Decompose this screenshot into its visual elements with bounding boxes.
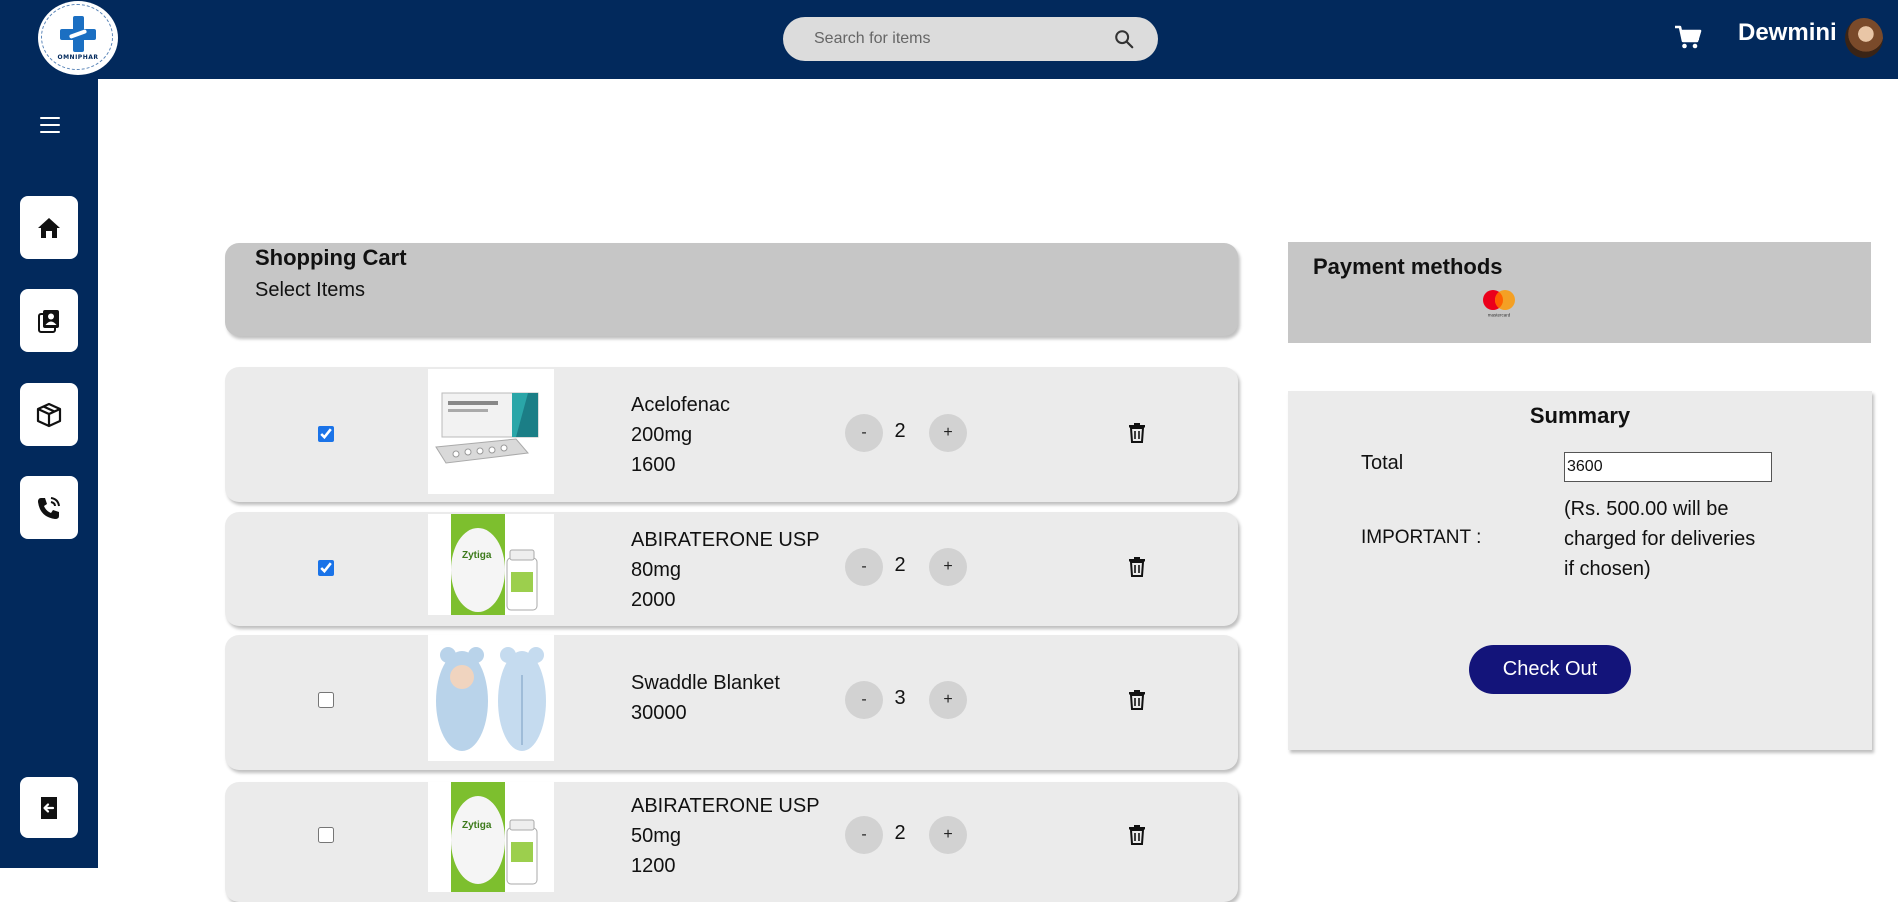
cart-item: Zytiga ABIRATERONE USP 50mg 1200 - 2 +: [225, 782, 1238, 902]
home-icon: [38, 217, 60, 238]
trash-icon[interactable]: [1128, 690, 1146, 710]
item-price: 1600: [631, 454, 676, 476]
logo-text: OMNIPHAR: [57, 53, 99, 61]
omniphar-logo[interactable]: OMNIPHAR: [38, 1, 118, 75]
trash-icon[interactable]: [1128, 825, 1146, 845]
product-image: [428, 369, 554, 494]
item-name: Acelofenac: [631, 394, 730, 416]
username[interactable]: Dewmini: [1738, 19, 1837, 47]
item-select-checkbox[interactable]: [318, 827, 334, 843]
sidebar-item-home[interactable]: [20, 196, 78, 259]
top-bar: OMNIPHAR Dewmini: [0, 0, 1898, 79]
avatar[interactable]: [1845, 18, 1883, 58]
product-image: Zytiga: [428, 782, 554, 892]
cart-item: Swaddle Blanket 30000 - 3 +: [225, 635, 1238, 770]
item-price: 1200: [631, 855, 676, 877]
item-name: ABIRATERONE USP: [631, 795, 820, 817]
item-price: 2000: [631, 589, 676, 611]
mastercard-icon[interactable]: mastercard: [1478, 288, 1520, 318]
mastercard-label: mastercard: [1488, 313, 1511, 318]
decrease-qty-button[interactable]: -: [845, 414, 883, 452]
cart-title: Shopping Cart: [255, 245, 407, 270]
cart-icon[interactable]: [1673, 22, 1703, 52]
shopping-cart-header: Shopping Cart Select Items: [225, 243, 1238, 336]
item-quantity: 2: [894, 822, 906, 844]
sidebar-item-logout[interactable]: [20, 777, 78, 838]
increase-qty-button[interactable]: +: [929, 548, 967, 586]
item-select-checkbox[interactable]: [318, 692, 334, 708]
item-dose: 50mg: [631, 825, 682, 847]
trash-icon[interactable]: [1128, 557, 1146, 577]
important-label: IMPORTANT :: [1361, 527, 1482, 548]
item-dose: 80mg: [631, 559, 682, 581]
logout-icon: [41, 796, 57, 819]
decrease-qty-button[interactable]: -: [845, 816, 883, 854]
cart-subtitle: Select Items: [255, 279, 366, 301]
sidebar-item-contacts[interactable]: [20, 289, 78, 352]
item-select-checkbox[interactable]: [318, 560, 334, 576]
hamburger-menu-icon[interactable]: [40, 117, 60, 135]
item-price: 30000: [631, 702, 687, 724]
item-select-checkbox[interactable]: [318, 426, 334, 442]
cart-item: Acelofenac 200mg 1600 - 2 +: [225, 367, 1238, 502]
sidebar-item-orders[interactable]: [20, 383, 78, 446]
item-quantity: 3: [894, 687, 906, 709]
product-image: Zytiga: [428, 514, 554, 615]
item-quantity: 2: [894, 554, 906, 576]
payment-methods-title: Payment methods: [1313, 254, 1503, 279]
search-icon[interactable]: [1113, 28, 1135, 50]
item-dose: 200mg: [631, 424, 693, 446]
item-quantity: 2: [894, 420, 906, 442]
decrease-qty-button[interactable]: -: [845, 548, 883, 586]
total-field[interactable]: [1564, 452, 1772, 482]
trash-icon[interactable]: [1128, 423, 1146, 443]
item-details: ABIRATERONE USP 80mg 2000: [631, 525, 820, 615]
medical-cross-icon: [60, 15, 96, 52]
svg-text:Zytiga: Zytiga: [462, 820, 492, 831]
decrease-qty-button[interactable]: -: [845, 681, 883, 719]
summary-panel: Summary Total IMPORTANT : (Rs. 500.00 wi…: [1288, 391, 1872, 750]
delivery-charge-note: (Rs. 500.00 will be charged for deliveri…: [1564, 498, 1756, 580]
total-label: Total: [1361, 452, 1404, 474]
product-image: [428, 635, 554, 761]
payment-methods-panel: Payment methods mastercard: [1288, 242, 1871, 343]
search-input[interactable]: [783, 17, 1158, 61]
svg-text:Zytiga: Zytiga: [462, 550, 492, 561]
box-icon: [36, 402, 62, 427]
summary-title: Summary: [1529, 403, 1631, 428]
item-name: Swaddle Blanket: [631, 672, 780, 694]
item-details: Swaddle Blanket 30000: [631, 668, 780, 728]
sidebar-item-call[interactable]: [20, 476, 78, 539]
checkout-button[interactable]: Check Out: [1469, 645, 1631, 694]
increase-qty-button[interactable]: +: [929, 816, 967, 854]
contact-book-icon: [38, 309, 59, 333]
cart-item: Zytiga ABIRATERONE USP 80mg 2000 - 2 +: [225, 512, 1238, 626]
increase-qty-button[interactable]: +: [929, 681, 967, 719]
item-details: Acelofenac 200mg 1600: [631, 390, 730, 480]
item-name: ABIRATERONE USP: [631, 529, 820, 551]
increase-qty-button[interactable]: +: [929, 414, 967, 452]
phone-icon: [38, 496, 60, 519]
